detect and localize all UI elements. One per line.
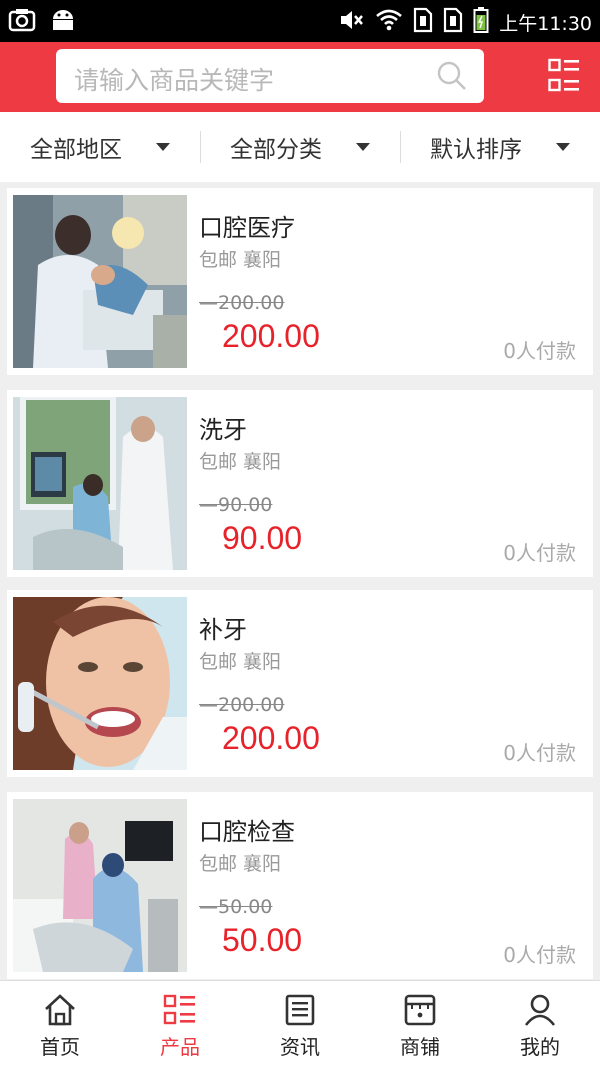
product-card[interactable]: 补牙 包邮 襄阳 —200.00 200.00 0人付款: [7, 590, 593, 777]
nav-products[interactable]: 产品: [120, 981, 240, 1067]
paid-count: 0人付款: [503, 339, 576, 363]
android-icon: [50, 7, 76, 37]
status-time: 上午11:30: [499, 12, 592, 35]
product-tags: 包邮 襄阳: [199, 451, 282, 473]
product-grid-icon: [163, 994, 195, 1025]
shop-icon: [404, 994, 436, 1026]
category-menu-icon[interactable]: [548, 58, 580, 94]
sim1-icon: [413, 7, 433, 37]
search-input[interactable]: 请输入商品关键字: [56, 49, 484, 103]
paid-count: 0人付款: [503, 943, 576, 967]
wifi-icon: [375, 9, 403, 35]
teeth-cleaning-photo[interactable]: [13, 397, 187, 570]
nav-shop[interactable]: 商铺: [360, 981, 480, 1067]
filter-bar: 全部地区 全部分类 默认排序: [0, 112, 600, 182]
product-name: 补牙: [199, 616, 247, 644]
nav-label: 首页: [40, 1035, 80, 1059]
original-price: —90.00: [199, 494, 273, 516]
search-icon[interactable]: [436, 60, 468, 92]
user-icon: [524, 994, 556, 1026]
product-price: 50.00: [222, 922, 303, 958]
filter-region[interactable]: 全部地区: [0, 112, 200, 182]
product-price: 200.00: [222, 720, 320, 756]
nav-label: 资讯: [280, 1035, 320, 1059]
product-tags: 包邮 襄阳: [199, 651, 282, 673]
filter-sort[interactable]: 默认排序: [400, 112, 600, 182]
news-icon: [285, 994, 315, 1026]
product-name: 口腔医疗: [199, 214, 295, 242]
caret-down-icon: [156, 143, 170, 151]
product-card[interactable]: 口腔检查 包邮 襄阳 —50.00 50.00 0人付款: [7, 792, 593, 979]
caret-down-icon: [356, 143, 370, 151]
caret-down-icon: [556, 143, 570, 151]
nav-home[interactable]: 首页: [0, 981, 120, 1067]
dental-treatment-photo[interactable]: [13, 195, 187, 368]
screenshot-icon: [8, 7, 36, 37]
sim2-icon: [443, 7, 463, 37]
original-price: —200.00: [199, 292, 285, 314]
nav-profile[interactable]: 我的: [480, 981, 600, 1067]
oral-exam-photo[interactable]: [13, 799, 187, 972]
product-price: 200.00: [222, 318, 320, 354]
product-name: 洗牙: [199, 416, 247, 444]
original-price: —50.00: [199, 896, 273, 918]
product-price: 90.00: [222, 520, 303, 556]
home-icon: [45, 994, 75, 1026]
original-price: —200.00: [199, 694, 285, 716]
status-bar: 上午11:30: [0, 0, 600, 42]
nav-label: 产品: [160, 1035, 200, 1059]
product-card[interactable]: 口腔医疗 包邮 襄阳 —200.00 200.00 0人付款: [7, 188, 593, 375]
product-tags: 包邮 襄阳: [199, 249, 282, 271]
product-tags: 包邮 襄阳: [199, 853, 282, 875]
filter-label: 默认排序: [430, 137, 522, 163]
filter-label: 全部地区: [30, 137, 122, 163]
nav-label: 我的: [520, 1035, 560, 1059]
product-card[interactable]: 洗牙 包邮 襄阳 —90.00 90.00 0人付款: [7, 390, 593, 577]
tooth-filling-photo[interactable]: [13, 597, 187, 770]
paid-count: 0人付款: [503, 741, 576, 765]
paid-count: 0人付款: [503, 541, 576, 565]
header-bar: 请输入商品关键字: [0, 42, 600, 112]
product-name: 口腔检查: [199, 818, 295, 846]
nav-news[interactable]: 资讯: [240, 981, 360, 1067]
bottom-nav: 首页 产品 资讯 商铺 我的: [0, 980, 600, 1067]
nav-label: 商铺: [400, 1035, 440, 1059]
search-placeholder: 请输入商品关键字: [74, 66, 275, 95]
mute-icon: [339, 9, 365, 35]
battery-icon: [473, 6, 489, 38]
filter-category[interactable]: 全部分类: [200, 112, 400, 182]
filter-label: 全部分类: [230, 137, 322, 163]
